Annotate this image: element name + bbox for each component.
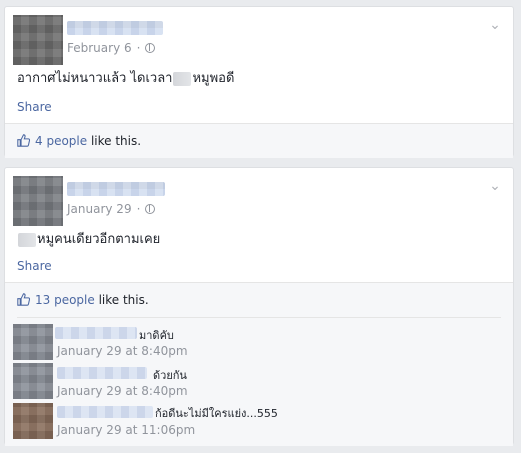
divider: [17, 317, 501, 318]
comment-avatar[interactable]: [13, 324, 53, 360]
comment-timestamp[interactable]: January 29 at 8:40pm: [57, 384, 188, 398]
chevron-down-icon[interactable]: ⌄: [489, 18, 501, 32]
share-button[interactable]: Share: [17, 100, 52, 114]
separator-dot: ·: [136, 202, 141, 216]
comment-text: ก้อดีนะไม่มีใครแย่ง...555: [155, 407, 278, 420]
chevron-down-icon[interactable]: ⌄: [489, 179, 501, 193]
globe-icon: [145, 43, 156, 53]
avatar[interactable]: [13, 15, 63, 65]
commenter-name-redacted[interactable]: [57, 367, 147, 379]
redacted-word: [18, 232, 36, 247]
comment-text: ด้วยกัน: [153, 369, 187, 382]
likes-row: 13 people like this. มาดิคับ January 29 …: [5, 282, 513, 446]
globe-icon: [145, 204, 156, 214]
likes-row: 4 people like this.: [5, 123, 513, 158]
post-timestamp[interactable]: February 6: [67, 41, 132, 55]
thumbs-up-icon: [17, 134, 30, 147]
thumbs-up-icon: [17, 293, 30, 306]
comment-text: มาดิคับ: [139, 329, 174, 342]
commenter-name-redacted[interactable]: [57, 406, 153, 418]
avatar[interactable]: [13, 176, 63, 226]
likes-count-link[interactable]: 4 people: [35, 134, 87, 148]
likes-count-link[interactable]: 13 people: [35, 293, 95, 307]
post-timestamp[interactable]: January 29: [67, 202, 132, 216]
post-text: อากาศไม่หนาวแล้ว ไดเวลา หมูพอดี: [17, 71, 235, 86]
post-card: January 29 · ⌄ หมูคนเดียวอีกตามเคย Share…: [4, 167, 514, 446]
post-card: February 6 · ⌄ อากาศไม่หนาวแล้ว ไดเวลา หม…: [4, 6, 514, 158]
separator-dot: ·: [136, 41, 141, 55]
comment-timestamp[interactable]: January 29 at 8:40pm: [57, 344, 188, 358]
share-button[interactable]: Share: [17, 259, 52, 273]
post-timestamp-row: February 6 ·: [67, 41, 156, 55]
comment-avatar[interactable]: [13, 363, 53, 399]
likes-summary: 4 people like this.: [35, 134, 142, 148]
author-name-redacted[interactable]: [67, 21, 163, 35]
comment-timestamp[interactable]: January 29 at 11:06pm: [57, 423, 195, 437]
commenter-name-redacted[interactable]: [55, 327, 137, 339]
likes-summary: 13 people like this.: [35, 293, 149, 307]
comment-avatar[interactable]: [13, 403, 53, 439]
author-name-redacted[interactable]: [67, 182, 165, 196]
redacted-word: [173, 71, 192, 86]
post-text: หมูคนเดียวอีกตามเคย: [17, 232, 160, 248]
post-timestamp-row: January 29 ·: [67, 202, 156, 216]
